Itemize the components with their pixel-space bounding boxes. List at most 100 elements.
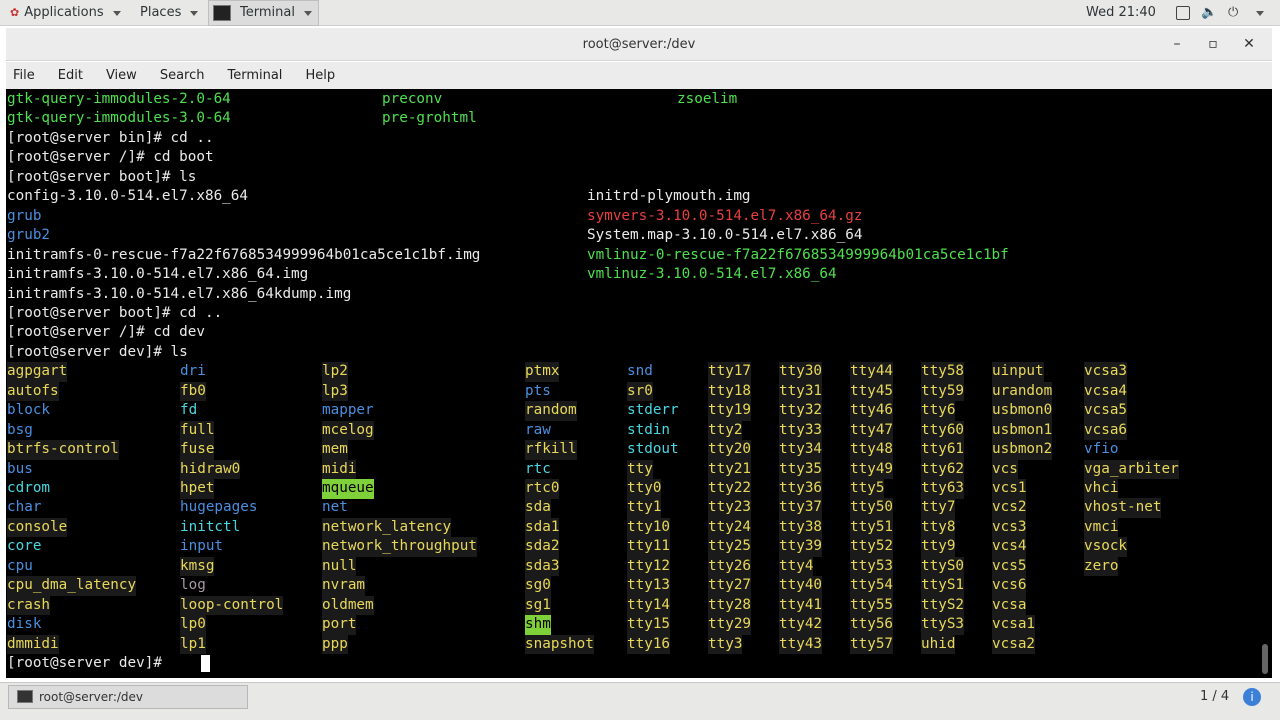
clock[interactable]: Wed 21:40 (1086, 0, 1156, 26)
menu-file[interactable]: File (13, 68, 35, 83)
dev-entry: bus (7, 460, 33, 477)
taskbar-window-button[interactable]: root@server:/dev (8, 685, 248, 709)
menu-search[interactable]: Search (160, 68, 205, 83)
dev-entry: tty50 (850, 498, 894, 518)
dev-entry: mqueue (322, 479, 374, 499)
window-titlebar[interactable]: root@server:/dev – ▫ ✕ (6, 28, 1272, 61)
dev-entry: tty9 (921, 537, 956, 557)
dev-entry: network_throughput (322, 537, 477, 557)
dev-entry: initctl (180, 518, 241, 535)
dev-entry: vhci (1084, 479, 1119, 499)
dev-entry: tty41 (779, 595, 823, 616)
dev-entry: tty22 (708, 479, 752, 499)
dev-entry: disk (7, 616, 42, 633)
dev-entry: tty48 (850, 440, 894, 460)
dev-entry: vga_arbiter (1084, 459, 1179, 480)
top-panel: ✿ Applications Places Terminal Wed 21:40… (0, 0, 1280, 26)
terminal-line-text: [root@server dev]# ls (7, 343, 188, 360)
dev-entry: vcsa3 (1084, 362, 1128, 382)
scrollbar-thumb[interactable] (1262, 644, 1268, 674)
dev-entry: network_latency (322, 517, 452, 538)
dev-entry: tty52 (850, 537, 894, 557)
close-button[interactable]: ✕ (1234, 28, 1264, 61)
dev-entry: snapshot (525, 634, 594, 655)
maximize-button[interactable]: ▫ (1198, 28, 1228, 61)
terminal-line-text: vmlinuz-3.10.0-514.el7.x86_64 (587, 266, 837, 283)
dev-entry: tty25 (708, 537, 752, 557)
dev-entry: sg1 (525, 595, 551, 616)
terminal-line-text: grub (7, 207, 42, 224)
dev-entry: sda (525, 498, 551, 518)
minimize-button[interactable]: – (1162, 28, 1192, 61)
dev-entry: tty49 (850, 459, 894, 480)
terminal-output[interactable]: gtk-query-immodules-2.0-64 preconv zsoelim… (6, 89, 1272, 678)
dev-entry: dri (180, 363, 206, 380)
dev-entry: tty1 (627, 498, 662, 518)
dev-entry: port (322, 615, 357, 635)
dev-entry: tty36 (779, 479, 823, 499)
volume-icon[interactable]: 🔈 (1201, 6, 1217, 20)
dev-entry: tty55 (850, 595, 894, 616)
dev-entry: tty20 (708, 440, 752, 460)
dev-entry: ttyS1 (921, 576, 965, 596)
screen-icon[interactable] (1176, 6, 1190, 20)
dev-entry: vcs4 (992, 537, 1027, 557)
dev-entry: lp3 (322, 381, 348, 402)
terminal-icon (17, 690, 33, 703)
dev-entry: vcs5 (992, 556, 1027, 577)
dev-entry: vcs6 (992, 576, 1027, 596)
terminal-app-menu[interactable]: Terminal (208, 0, 319, 26)
system-menu-chevron-icon[interactable] (1256, 11, 1264, 16)
menu-view[interactable]: View (106, 68, 137, 83)
dev-entry: tty15 (627, 615, 671, 635)
dev-entry: tty59 (921, 381, 965, 402)
terminal-line-text: symvers-3.10.0-514.el7.x86_64.gz (587, 207, 863, 224)
power-icon[interactable]: ⏻ (1228, 6, 1242, 20)
dev-entry: null (322, 556, 357, 577)
chevron-down-icon (112, 10, 121, 16)
dev-entry: agpgart (7, 362, 68, 382)
dev-entry: crash (7, 595, 51, 616)
places-menu[interactable]: Places (140, 0, 199, 26)
info-icon[interactable]: i (1243, 688, 1261, 706)
dev-entry: tty45 (850, 381, 894, 402)
terminal-line-text: vmlinuz-0-rescue-f7a22f6768534999964b01c… (587, 246, 1009, 263)
dev-entry: raw (525, 421, 551, 438)
chevron-down-icon (303, 10, 312, 16)
dev-entry: tty0 (627, 479, 662, 499)
workspace-pager[interactable]: 1 / 4 (1200, 686, 1229, 708)
dev-entry: ttyS0 (921, 556, 965, 577)
terminal-scrollbar[interactable] (1258, 89, 1272, 678)
dev-entry: tty58 (921, 362, 965, 382)
bottom-panel: root@server:/dev 1 / 4 i (0, 682, 1280, 720)
menu-edit[interactable]: Edit (58, 68, 83, 83)
dev-entry: tty16 (627, 634, 671, 655)
dev-entry: tty11 (627, 537, 671, 557)
dev-entry: tty27 (708, 576, 752, 596)
dev-entry: net (322, 499, 348, 516)
chevron-down-icon (190, 10, 199, 16)
dev-entry: btrfs-control (7, 440, 119, 460)
terminal-line-text: [root@server /]# cd dev (7, 324, 205, 341)
dev-entry: tty47 (850, 420, 894, 441)
dev-entry: mapper (322, 402, 374, 419)
menu-help[interactable]: Help (305, 68, 335, 83)
dev-entry: tty30 (779, 362, 823, 382)
dev-entry: cpu_dma_latency (7, 576, 137, 596)
dev-entry: vsock (1084, 537, 1128, 557)
terminal-line-text: initrd-plymouth.img (587, 188, 751, 205)
window-title: root@server:/dev (582, 37, 696, 52)
dev-entry: midi (322, 459, 357, 480)
dev-entry: lp0 (180, 615, 206, 635)
menu-terminal[interactable]: Terminal (227, 68, 282, 83)
dev-entry: tty5 (850, 479, 885, 499)
dev-entry: input (180, 538, 224, 555)
applications-menu[interactable]: ✿ Applications (10, 0, 121, 26)
dev-entry: tty51 (850, 517, 894, 538)
terminal-menubar: File Edit View Search Terminal Help (6, 62, 1272, 89)
dev-entry: stdout (627, 441, 679, 458)
dev-entry: vcsa4 (1084, 381, 1128, 402)
dev-entry: vcsa6 (1084, 420, 1128, 441)
dev-entry: tty44 (850, 362, 894, 382)
dev-entry: pts (525, 382, 551, 399)
